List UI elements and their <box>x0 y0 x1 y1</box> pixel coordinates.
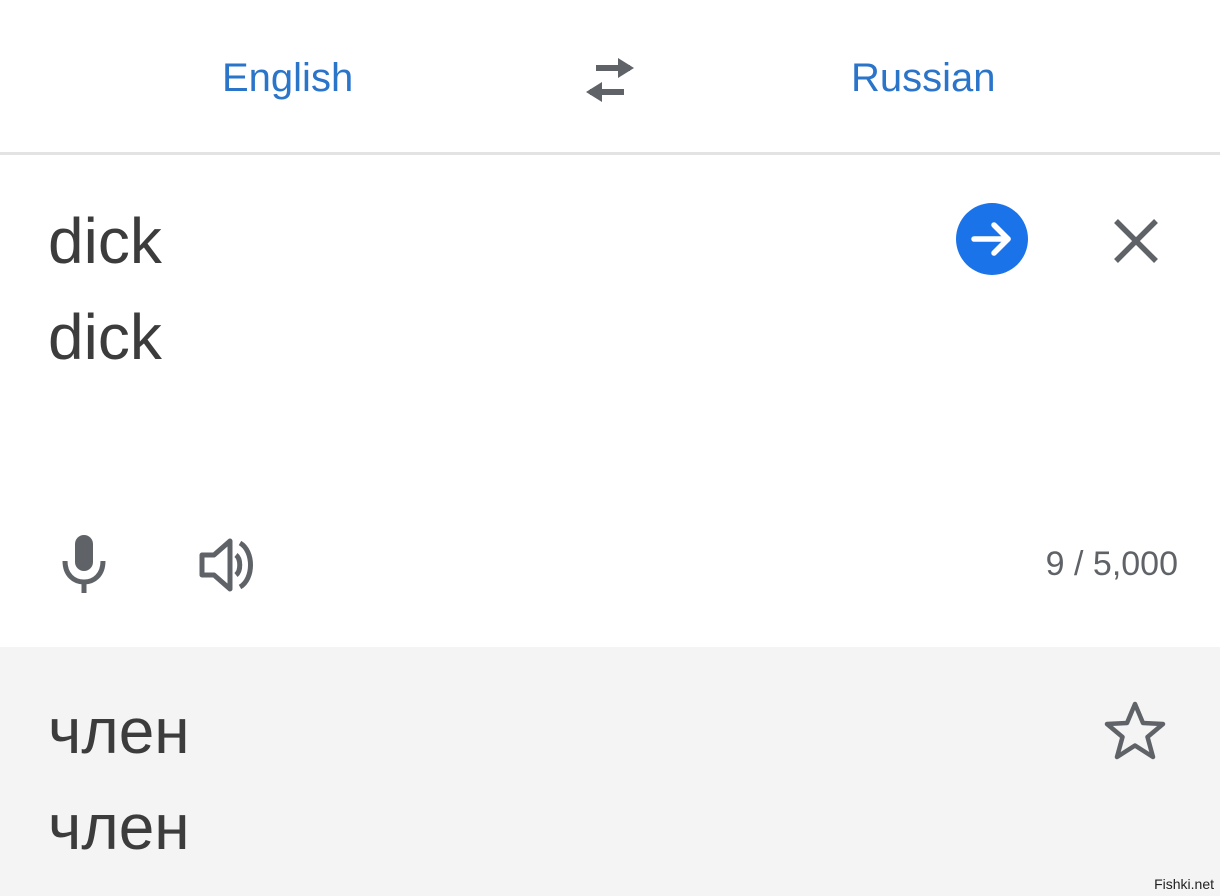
speaker-icon <box>199 538 253 592</box>
swap-languages-button[interactable] <box>576 52 644 110</box>
translation-text: член член <box>48 695 190 863</box>
character-count: 9 / 5,000 <box>1045 545 1178 583</box>
source-language-button[interactable]: English <box>222 52 353 104</box>
target-language-button[interactable]: Russian <box>851 52 996 104</box>
swap-arrows-icon <box>586 58 634 102</box>
close-icon <box>1114 219 1158 263</box>
clear-input-button[interactable] <box>1106 211 1166 271</box>
source-text-input[interactable]: dick dick <box>48 193 908 385</box>
translate-go-button[interactable] <box>956 203 1028 275</box>
source-input-area[interactable]: dick dick 9 / 5,000 <box>0 155 1220 647</box>
language-bar: English Russian <box>0 0 1220 155</box>
translation-output-area: член член Fishki.net <box>0 647 1220 896</box>
listen-source-button[interactable] <box>196 533 262 597</box>
arrow-right-icon <box>971 222 1011 256</box>
watermark: Fishki.net <box>1154 876 1214 892</box>
save-translation-button[interactable] <box>1102 699 1168 763</box>
voice-input-button[interactable] <box>56 533 112 597</box>
star-outline-icon <box>1104 701 1166 760</box>
microphone-icon <box>62 535 106 593</box>
